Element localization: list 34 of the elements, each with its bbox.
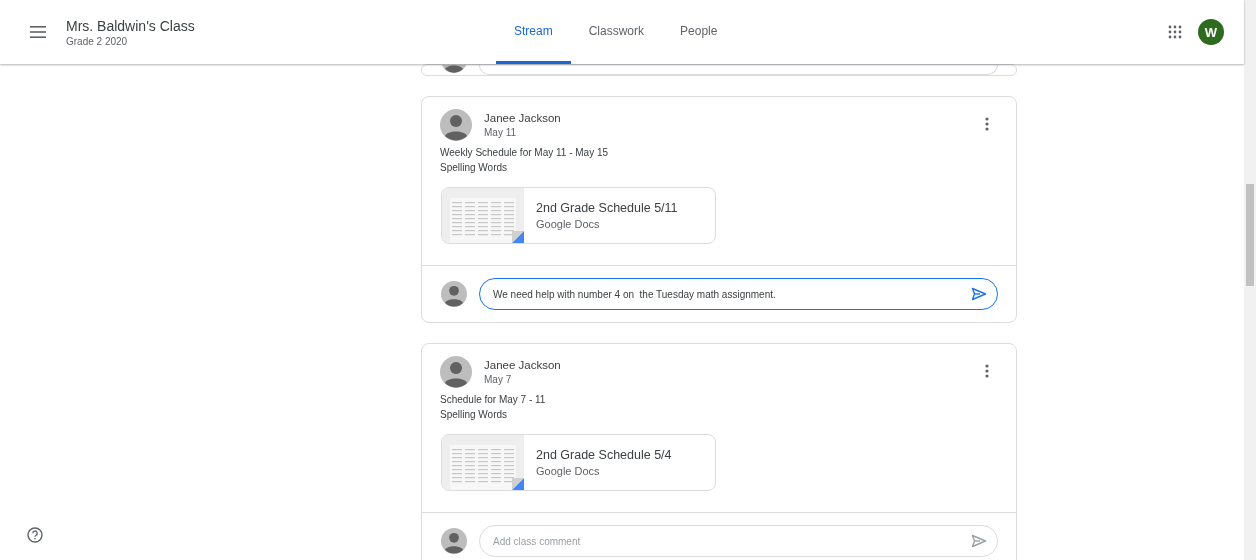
author-name: Janee Jackson: [484, 359, 561, 371]
user-avatar: [441, 281, 467, 307]
post-date: May 11: [484, 127, 518, 138]
post-text: Schedule for May 7 - 11: [440, 394, 547, 405]
send-icon[interactable]: [971, 287, 987, 301]
scrollbar[interactable]: [1244, 0, 1256, 560]
user-avatar: [440, 356, 472, 388]
post-text: Spelling Words: [440, 162, 509, 173]
class-name[interactable]: Mrs. Baldwin's Class: [66, 17, 496, 34]
help-icon[interactable]: [27, 527, 43, 543]
attachment-card[interactable]: 2nd Grade Schedule 5/4 Google Docs: [441, 434, 716, 491]
user-avatar: [440, 109, 472, 141]
more-icon[interactable]: [985, 117, 989, 131]
menu-icon[interactable]: [30, 26, 46, 38]
attachment-type: Google Docs: [536, 465, 601, 477]
attachment-card[interactable]: 2nd Grade Schedule 5/11 Google Docs: [441, 187, 716, 244]
tab[interactable]: Classwork: [570, 0, 663, 64]
attachment-title: 2nd Grade Schedule 5/4: [536, 448, 672, 462]
apps-icon[interactable]: [1168, 25, 1182, 39]
comment-input[interactable]: Add class comment: [493, 535, 971, 547]
post-text: Weekly Schedule for May 11 - May 15: [440, 147, 610, 158]
post-text: Spelling Words: [440, 409, 509, 420]
comment-input[interactable]: We need help with number 4 on the Tuesday math assignment.: [493, 288, 971, 300]
account-avatar[interactable]: W: [1198, 19, 1224, 45]
user-avatar: [441, 65, 467, 74]
attachment-type: Google Docs: [536, 218, 601, 230]
send-icon[interactable]: [971, 534, 987, 548]
attachment-title: 2nd Grade Schedule 5/11: [536, 201, 678, 215]
class-section: Grade 2 2020: [66, 35, 496, 47]
tab[interactable]: People: [662, 0, 736, 64]
author-name: Janee Jackson: [484, 112, 561, 124]
post-date: May 7: [484, 374, 513, 385]
user-avatar: [441, 528, 467, 554]
more-icon[interactable]: [985, 364, 989, 378]
